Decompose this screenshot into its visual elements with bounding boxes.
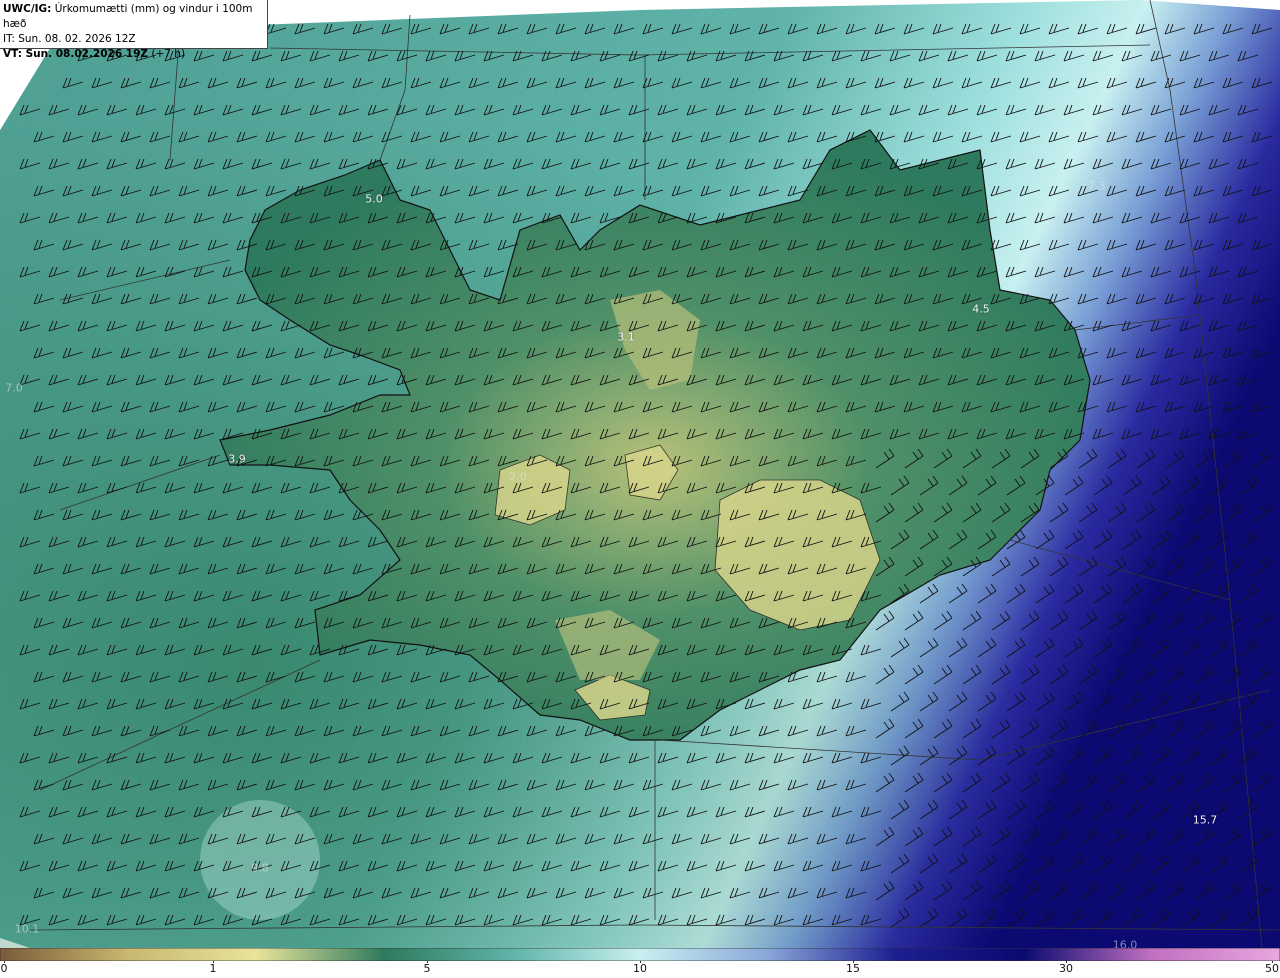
valid-time: VT: Sun. 08.02.2026 19Z	[3, 48, 149, 60]
val-north: 3.1	[617, 330, 635, 344]
colorbar-tick-label: 50	[1265, 962, 1279, 975]
map-title-box: UWC/IG: Úrkomumætti (mm) og vindur i 100…	[0, 0, 268, 60]
title-line: UWC/IG: Úrkomumætti (mm) og vindur i 100…	[3, 2, 264, 32]
val-snaefellsnes: 3.9	[228, 452, 246, 466]
val-highlands-west: 2.0	[509, 470, 527, 484]
val-west-ocean: 7.0	[5, 381, 23, 395]
val-northeast-ocean: 7.3	[1088, 179, 1106, 193]
colorbar-tick-label: 10	[633, 962, 647, 975]
val-westfjords: 5.0	[365, 192, 383, 206]
valid-offset: (+7 h)	[151, 48, 186, 60]
val-southwest-ocean: 10.1	[14, 922, 40, 936]
model-label: UWC/IG:	[3, 3, 52, 15]
colorbar-tick-label: 0	[0, 962, 8, 975]
val-south-ocean: 9.8	[251, 861, 269, 875]
colorbar-tick-label: 5	[423, 962, 431, 975]
val-southeast-ocean: 15.7	[1192, 813, 1218, 827]
colorbar-tick-label: 30	[1059, 962, 1073, 975]
colorbar-tick-label: 15	[846, 962, 860, 975]
precipitation-wind-map	[0, 0, 1280, 948]
colorbar	[0, 948, 1280, 961]
val-east: 4.5	[972, 302, 990, 316]
colorbar-tick-label: 1	[209, 962, 217, 975]
init-time: IT: Sun. 08. 02. 2026 12Z	[3, 33, 136, 45]
valid-time-line: VT: Sun. 08.02.2026 19Z (+7 h)	[3, 47, 264, 62]
